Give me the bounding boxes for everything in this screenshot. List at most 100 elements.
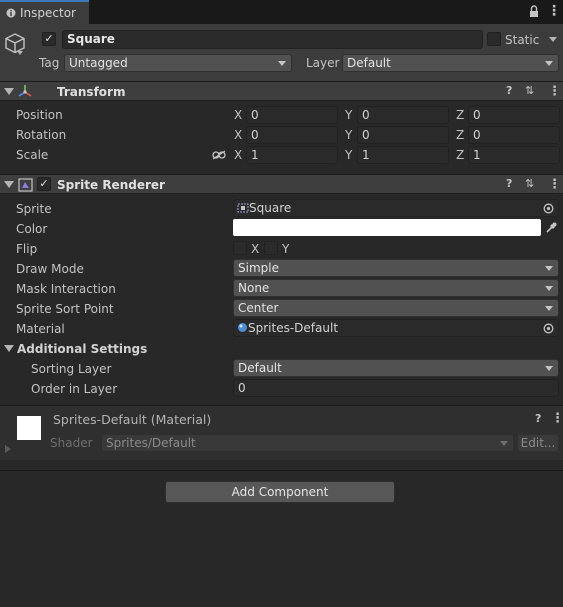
transform-body: Position X 0 Y 0 Z 0 Rotation X 0 Y 0 Z … <box>0 102 563 174</box>
transform-header[interactable]: Transform ? ⇅ ⋮ <box>0 81 563 101</box>
rotation-label: Rotation <box>16 128 67 142</box>
scale-label: Scale <box>16 148 49 162</box>
object-picker-icon[interactable] <box>543 323 554 334</box>
sprite-asset-icon <box>237 203 249 213</box>
material-foldout-icon[interactable] <box>5 445 11 453</box>
flip-y-checkbox[interactable] <box>264 241 278 255</box>
rotation-z-field[interactable]: 0 <box>468 126 560 144</box>
foldout-arrow-icon[interactable] <box>4 181 14 188</box>
help-icon[interactable]: ? <box>506 84 512 97</box>
flip-y-label: Y <box>282 242 290 256</box>
material-title: Sprites-Default (Material) <box>53 412 212 427</box>
material-asset-icon <box>238 323 247 332</box>
chevron-down-icon <box>545 61 553 66</box>
axis-z-label[interactable]: Z <box>456 148 464 162</box>
position-x-field[interactable]: 0 <box>246 106 338 124</box>
position-y-field[interactable]: 0 <box>357 106 449 124</box>
kebab-menu-icon[interactable]: ⋮ <box>548 177 561 192</box>
axis-z-label[interactable]: Z <box>456 108 464 122</box>
sprite-renderer-header[interactable]: ✓ Sprite Renderer ? ⇅ ⋮ <box>0 174 563 194</box>
shader-label: Shader <box>50 436 93 450</box>
order-in-layer-label: Order in Layer <box>31 382 118 396</box>
material-section: Sprites-Default (Material) ? ⋮ Shader Sp… <box>0 406 563 460</box>
active-checkbox[interactable]: ✓ <box>42 32 56 46</box>
sprite-value: Square <box>249 201 292 215</box>
sprite-renderer-title: Sprite Renderer <box>57 178 165 192</box>
chevron-down-icon <box>545 366 553 371</box>
scale-z-field[interactable]: 1 <box>468 146 560 164</box>
sprite-sort-point-value: Center <box>238 301 279 315</box>
object-picker-icon[interactable] <box>543 203 554 214</box>
chevron-down-icon <box>545 306 553 311</box>
rotation-x-field[interactable]: 0 <box>246 126 338 144</box>
mask-interaction-dropdown[interactable]: None <box>233 279 559 297</box>
kebab-menu-icon[interactable]: ⋮ <box>551 411 563 426</box>
static-dropdown-icon[interactable] <box>549 37 557 42</box>
draw-mode-dropdown[interactable]: Simple <box>233 259 559 277</box>
kebab-menu-icon[interactable]: ⋮ <box>548 84 561 99</box>
axis-y-label[interactable]: Y <box>345 128 352 142</box>
name-field[interactable]: Square <box>62 30 483 49</box>
presets-icon[interactable]: ⇅ <box>525 177 534 190</box>
layer-value: Default <box>347 56 391 70</box>
additional-settings-label[interactable]: Additional Settings <box>17 342 147 356</box>
sprite-object-field[interactable]: Square <box>233 199 559 217</box>
presets-icon[interactable]: ⇅ <box>525 84 534 97</box>
chevron-down-icon <box>500 441 508 446</box>
additional-settings-foldout-icon[interactable] <box>4 345 14 352</box>
help-icon[interactable]: ? <box>506 177 512 190</box>
sprite-label: Sprite <box>16 202 52 216</box>
scale-y-field[interactable]: 1 <box>357 146 449 164</box>
check-icon: ✓ <box>39 177 49 190</box>
layer-label: Layer <box>306 56 340 70</box>
color-label: Color <box>16 222 48 236</box>
axis-x-label[interactable]: X <box>234 148 242 162</box>
axis-x-label[interactable]: X <box>234 108 242 122</box>
static-checkbox[interactable] <box>487 32 501 46</box>
transform-icon <box>18 85 32 97</box>
check-icon: ✓ <box>44 32 54 45</box>
tab-bar: Inspector ⋮ <box>0 0 563 24</box>
kebab-menu-icon[interactable]: ⋮ <box>547 3 561 19</box>
shader-value: Sprites/Default <box>106 436 196 450</box>
axis-x-label[interactable]: X <box>234 128 242 142</box>
sorting-layer-dropdown[interactable]: Default <box>233 359 559 377</box>
sprite-renderer-enabled-checkbox[interactable]: ✓ <box>37 177 51 191</box>
lock-icon[interactable] <box>529 5 539 18</box>
tab-inspector[interactable]: Inspector <box>0 0 89 24</box>
flip-x-checkbox[interactable] <box>233 241 247 255</box>
chevron-down-icon <box>278 61 286 66</box>
help-icon[interactable]: ? <box>535 412 541 425</box>
static-label: Static <box>505 33 540 47</box>
sorting-layer-label: Sorting Layer <box>31 362 112 376</box>
axis-y-label[interactable]: Y <box>345 108 352 122</box>
sprite-renderer-icon <box>18 178 33 192</box>
color-swatch[interactable] <box>233 219 541 236</box>
cube-dropdown-icon[interactable] <box>17 51 23 55</box>
constrain-proportions-icon[interactable] <box>212 150 226 160</box>
rotation-y-field[interactable]: 0 <box>357 126 449 144</box>
material-object-field[interactable]: Sprites-Default <box>233 319 559 337</box>
position-z-field[interactable]: 0 <box>468 106 560 124</box>
sprite-sort-point-label: Sprite Sort Point <box>16 302 114 316</box>
material-preview <box>17 416 41 440</box>
section-divider <box>0 470 563 471</box>
axis-y-label[interactable]: Y <box>345 148 352 162</box>
draw-mode-value: Simple <box>238 261 279 275</box>
material-value: Sprites-Default <box>248 321 339 335</box>
foldout-arrow-icon[interactable] <box>4 88 14 95</box>
tab-label: Inspector <box>20 6 76 20</box>
shader-dropdown[interactable]: Sprites/Default <box>101 434 514 452</box>
tag-dropdown[interactable]: Untagged <box>64 54 292 72</box>
eyedropper-icon[interactable] <box>545 221 557 234</box>
mask-interaction-value: None <box>238 281 270 295</box>
axis-z-label[interactable]: Z <box>456 128 464 142</box>
order-in-layer-field[interactable]: 0 <box>233 379 559 397</box>
sprite-renderer-body: Sprite Square Color Flip X Y Draw Mode S… <box>0 195 563 405</box>
layer-dropdown[interactable]: Default <box>342 54 559 72</box>
shader-edit-button[interactable]: Edit... <box>517 434 559 452</box>
sprite-sort-point-dropdown[interactable]: Center <box>233 299 559 317</box>
add-component-button[interactable]: Add Component <box>165 481 395 503</box>
scale-x-field[interactable]: 1 <box>246 146 338 164</box>
sorting-layer-value: Default <box>238 361 282 375</box>
